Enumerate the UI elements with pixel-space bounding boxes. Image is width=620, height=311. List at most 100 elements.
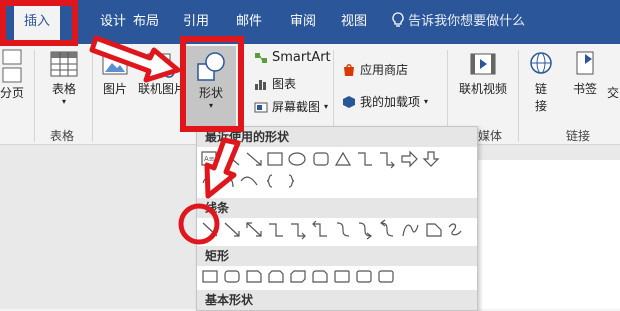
oval-shape-icon[interactable]	[288, 152, 306, 166]
right-arrow-shape-icon[interactable]	[401, 150, 418, 168]
separator	[518, 50, 519, 142]
bookmark-label: 书签	[572, 82, 597, 96]
page-break-icon	[2, 49, 22, 83]
elbow-double-arrow-shape-icon[interactable]	[312, 220, 327, 237]
chevron-down-icon: ▾	[61, 97, 66, 106]
tab-view[interactable]: 视图	[341, 0, 367, 44]
bookmark-icon	[576, 51, 594, 75]
curved-arrow-shape-icon[interactable]	[222, 175, 234, 188]
snip-corner-rectangle-shape-icon[interactable]	[246, 270, 262, 283]
link-globe-icon	[530, 52, 552, 74]
screenshot-button[interactable]: 屏幕截图 ▾	[254, 98, 328, 115]
brace-right-shape-icon[interactable]	[288, 174, 295, 188]
page-break-button[interactable]: 分页	[0, 48, 24, 101]
online-video-label: 联机视频	[458, 82, 507, 96]
brace-left-shape-icon[interactable]	[266, 174, 273, 188]
line-shape-icon[interactable]	[224, 152, 240, 166]
chart-icon	[255, 79, 266, 90]
document-page[interactable]	[470, 160, 620, 309]
online-video-button[interactable]: 联机视频	[455, 48, 511, 97]
gallery-header-rectangles: 矩形	[197, 246, 477, 266]
double-arrow-line-shape-icon[interactable]	[246, 222, 262, 237]
tell-me-text: 告诉我你想要做什么	[408, 14, 526, 29]
svg-text:A≡: A≡	[204, 155, 215, 163]
rectangle-shape-icon[interactable]	[202, 270, 218, 283]
separator	[34, 50, 35, 142]
tab-layout[interactable]: 布局	[133, 0, 159, 44]
text-box-shape-icon[interactable]: A≡	[201, 151, 217, 166]
snip-same-side-rectangle-shape-icon[interactable]	[268, 270, 284, 283]
page-break-label: 分页	[0, 86, 25, 100]
picture-button[interactable]: 图片	[100, 48, 130, 97]
table-icon	[50, 51, 78, 77]
store-icon	[344, 63, 354, 76]
scribble-shape-icon[interactable]	[448, 223, 462, 236]
link-button[interactable]: 链 接	[526, 48, 556, 114]
elbow-connector-shape-icon[interactable]	[358, 152, 372, 166]
cross-reference-label: 交	[606, 86, 619, 100]
line-shape-icon[interactable]	[202, 222, 218, 237]
ribbon-tab-bar: 插入 设计 布局 引用 邮件 审阅 视图 告诉我你想要做什么	[0, 0, 620, 44]
bookmark-button[interactable]: 书签	[568, 48, 602, 97]
lightbulb-icon	[392, 12, 404, 27]
smartart-icon	[255, 52, 267, 63]
picture-icon	[102, 53, 128, 75]
gallery-header-basic: 基本形状	[197, 290, 477, 310]
snip-round-rectangle-shape-icon[interactable]	[312, 270, 328, 283]
snip-diagonal-rectangle-shape-icon[interactable]	[290, 270, 306, 283]
online-picture-label: 联机图片	[138, 82, 187, 96]
curved-double-arrow-shape-icon[interactable]	[380, 219, 394, 237]
my-addins-button[interactable]: 我的加载项 ▾	[342, 93, 428, 110]
table-label: 表格	[51, 82, 76, 96]
recent-shapes-row: A≡	[201, 150, 440, 188]
link-label: 链	[534, 82, 547, 96]
annotation-box-shapes	[180, 36, 244, 132]
round-single-corner-rectangle-shape-icon[interactable]	[334, 270, 350, 283]
online-picture-button[interactable]: 联机图片	[138, 48, 186, 97]
smartart-button[interactable]: SmartArt	[254, 50, 331, 65]
curve-shape-icon[interactable]	[402, 224, 419, 237]
table-button[interactable]: 表格 ▾	[46, 48, 82, 107]
line-arrow-shape-icon[interactable]	[246, 152, 262, 166]
round-same-side-rectangle-shape-icon[interactable]	[356, 270, 372, 283]
my-addins-label: 我的加载项	[360, 95, 421, 109]
rounded-rectangle-shape-icon[interactable]	[313, 152, 329, 166]
screenshot-label: 屏幕截图	[272, 100, 321, 114]
chevron-down-icon: ▾	[324, 102, 329, 111]
triangle-shape-icon[interactable]	[334, 151, 352, 166]
curved-arrow-connector-shape-icon[interactable]	[358, 222, 372, 240]
group-label-links: 链接	[566, 129, 591, 143]
smartart-label: SmartArt	[272, 50, 331, 65]
cross-reference-button[interactable]: 交	[606, 84, 620, 101]
down-arrow-shape-icon[interactable]	[422, 151, 440, 167]
picture-label: 图片	[102, 82, 127, 96]
annotation-box-insert-tab	[0, 0, 78, 46]
arc-shape-icon[interactable]	[240, 176, 258, 186]
chevron-down-icon: ▾	[424, 97, 429, 106]
link-label-2: 接	[534, 99, 547, 113]
rectangles-shapes-row	[202, 270, 394, 283]
curved-line-shape-icon[interactable]	[202, 176, 215, 184]
rounded-rectangle-shape-icon[interactable]	[224, 270, 240, 283]
store-button[interactable]: 应用商店	[342, 61, 408, 78]
line-arrow-shape-icon[interactable]	[224, 222, 240, 237]
round-diagonal-rectangle-shape-icon[interactable]	[378, 270, 394, 283]
group-label-tables: 表格	[50, 129, 75, 143]
gallery-header-lines: 线条	[197, 198, 477, 218]
elbow-arrow-connector-shape-icon[interactable]	[291, 223, 306, 240]
store-label: 应用商店	[360, 63, 409, 77]
tab-design[interactable]: 设计	[100, 0, 126, 44]
elbow-connector-shape-icon[interactable]	[269, 223, 283, 237]
freeform-shape-icon[interactable]	[426, 223, 442, 237]
tell-me-search[interactable]: 告诉我你想要做什么	[392, 0, 525, 44]
online-picture-icon	[147, 53, 175, 78]
shapes-gallery: 最近使用的形状 A≡ 线条 矩形 基本形状	[196, 126, 478, 311]
rectangle-shape-icon[interactable]	[267, 152, 283, 166]
group-label-media: 媒体	[478, 129, 503, 143]
curved-connector-shape-icon[interactable]	[336, 222, 350, 237]
elbow-arrow-connector-shape-icon[interactable]	[380, 152, 395, 169]
chart-button[interactable]: 图表	[254, 75, 296, 92]
tab-review[interactable]: 审阅	[290, 0, 316, 44]
chart-label: 图表	[272, 77, 297, 91]
separator	[92, 50, 93, 142]
